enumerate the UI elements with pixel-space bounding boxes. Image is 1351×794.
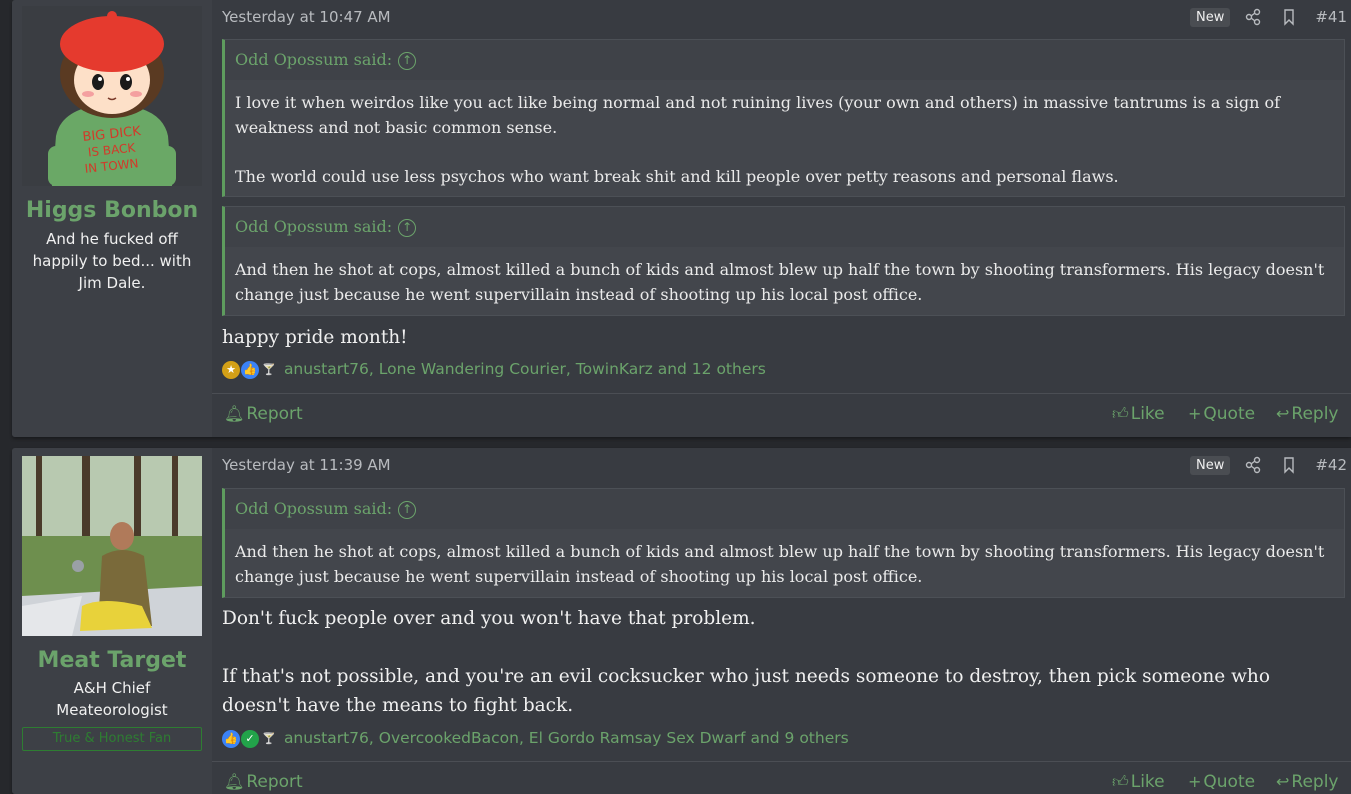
report-label: Report [246,772,303,792]
quote-block: Odd Opossum said: ↑ And then he shot at c… [222,206,1345,316]
quote-button[interactable]: + Quote [1188,404,1255,424]
post-content: Yesterday at 10:47 AM New #41 Odd Opossu… [212,0,1351,437]
quote-paragraph: And then he shot at cops, almost killed … [235,260,1325,304]
quote-paragraph: The world could use less psychos who wan… [235,167,1119,186]
user-title: And he fucked off happily to bed... with… [12,228,212,294]
reactions-list[interactable]: anustart76, Lone Wandering Courier, Towi… [284,360,766,378]
message-paragraph: happy pride month! [222,327,408,348]
post-footer: 🔔︎ Report 👍︎ Like + Quote ↩ Reply [212,761,1351,794]
user-title: A&H Chief Meateorologist [12,677,212,721]
quote-header[interactable]: Odd Opossum said: ↑ [225,489,1344,529]
username[interactable]: Meat Target [12,648,212,673]
quote-body: And then he shot at cops, almost killed … [225,529,1344,597]
plus-icon: + [1188,404,1202,423]
new-badge: New [1190,456,1231,475]
post-timestamp[interactable]: Yesterday at 10:47 AM [222,8,391,26]
like-button[interactable]: 👍︎ Like [1112,772,1165,792]
check-reaction-icon: ✓ [241,729,259,748]
reply-label: Reply [1291,404,1339,424]
avatar[interactable] [22,456,202,636]
reactions-list[interactable]: anustart76, OvercookedBacon, El Gordo Ra… [284,729,849,747]
report-label: Report [246,404,303,424]
thumbs-up-reaction-icon: 👍 [222,729,240,748]
reply-arrow-icon: ↩ [1276,404,1290,423]
post-message: Don't fuck people over and you won't hav… [222,604,1341,720]
quote-header[interactable]: Odd Opossum said: ↑ [225,207,1344,247]
post-content: Yesterday at 11:39 AM New #42 Odd Opossu… [212,448,1351,794]
post-timestamp[interactable]: Yesterday at 11:39 AM [222,456,391,474]
reply-button[interactable]: ↩ Reply [1276,772,1339,792]
like-label: Like [1130,772,1165,792]
quote-block: Odd Opossum said: ↑ I love it when weirdo… [222,39,1345,197]
arrow-up-circle-icon[interactable]: ↑ [398,218,417,237]
quote-body: And then he shot at cops, almost killed … [225,247,1344,315]
post-41: BIG DICK IS BACK IN TOWN Higgs Bonbon An… [12,0,1351,437]
reply-button[interactable]: ↩ Reply [1276,404,1339,424]
medal-reaction-icon: ★ [222,360,240,379]
quote-paragraph: And then he shot at cops, almost killed … [235,542,1325,586]
quote-paragraph: I love it when weirdos like you act like… [235,93,1281,137]
quote-author[interactable]: Odd Opossum said: [235,499,392,518]
like-label: Like [1130,404,1165,424]
reactions-bar[interactable]: ★ 👍 🍸 anustart76, Lone Wandering Courier, … [222,360,766,379]
reply-label: Reply [1291,772,1339,792]
message-paragraph: If that's not possible, and you're an ev… [222,666,1270,716]
report-button[interactable]: 🔔︎ Report [224,404,303,424]
bookmark-icon[interactable] [1280,8,1300,28]
user-title-line: A&H Chief [73,679,151,697]
reply-arrow-icon: ↩ [1276,772,1290,791]
user-title-line: Jim Dale. [78,274,146,292]
plus-icon: + [1188,772,1202,791]
quote-body: I love it when weirdos like you act like… [225,80,1344,196]
quote-label: Quote [1203,404,1256,424]
share-icon[interactable] [1244,8,1264,28]
user-title-line: Meateorologist [56,701,168,719]
report-button[interactable]: 🔔︎ Report [224,772,303,792]
bell-icon: 🔔︎ [224,404,245,423]
arrow-up-circle-icon[interactable]: ↑ [398,500,417,519]
post-42: Meat Target A&H Chief Meateorologist Tru… [12,448,1351,794]
user-title-line: happily to bed... with [32,252,192,270]
quote-author[interactable]: Odd Opossum said: [235,217,392,236]
like-button[interactable]: 👍︎ Like [1112,404,1165,424]
user-pane: BIG DICK IS BACK IN TOWN Higgs Bonbon An… [12,0,212,437]
user-pane: Meat Target A&H Chief Meateorologist Tru… [12,448,212,794]
avatar[interactable]: BIG DICK IS BACK IN TOWN [22,6,202,186]
share-icon[interactable] [1244,456,1264,476]
message-paragraph: Don't fuck people over and you won't hav… [222,608,756,629]
thumbs-up-icon: 👍︎ [1112,772,1129,791]
post-footer: 🔔︎ Report 👍︎ Like + Quote ↩ Reply [212,393,1351,437]
post-number[interactable]: #41 [1315,8,1347,26]
quote-block: Odd Opossum said: ↑ And then he shot at c… [222,488,1345,598]
quote-button[interactable]: + Quote [1188,772,1255,792]
user-banner: True & Honest Fan [22,727,202,751]
cocktail-reaction-icon: 🍸 [262,731,276,745]
post-number[interactable]: #42 [1315,456,1347,474]
username[interactable]: Higgs Bonbon [12,198,212,223]
thumbs-up-icon: 👍︎ [1112,404,1129,423]
quote-author[interactable]: Odd Opossum said: [235,50,392,69]
cocktail-reaction-icon: 🍸 [262,362,276,376]
bookmark-icon[interactable] [1280,456,1300,476]
new-badge: New [1190,8,1231,27]
quote-label: Quote [1203,772,1256,792]
quote-header[interactable]: Odd Opossum said: ↑ [225,40,1344,80]
arrow-up-circle-icon[interactable]: ↑ [398,51,417,70]
post-message: happy pride month! [222,323,1341,352]
bell-icon: 🔔︎ [224,772,245,791]
reactions-bar[interactable]: 👍 ✓ 🍸 anustart76, OvercookedBacon, El Gord… [222,729,849,748]
thumbs-up-reaction-icon: 👍 [241,360,259,379]
user-title-line: And he fucked off [46,230,178,248]
